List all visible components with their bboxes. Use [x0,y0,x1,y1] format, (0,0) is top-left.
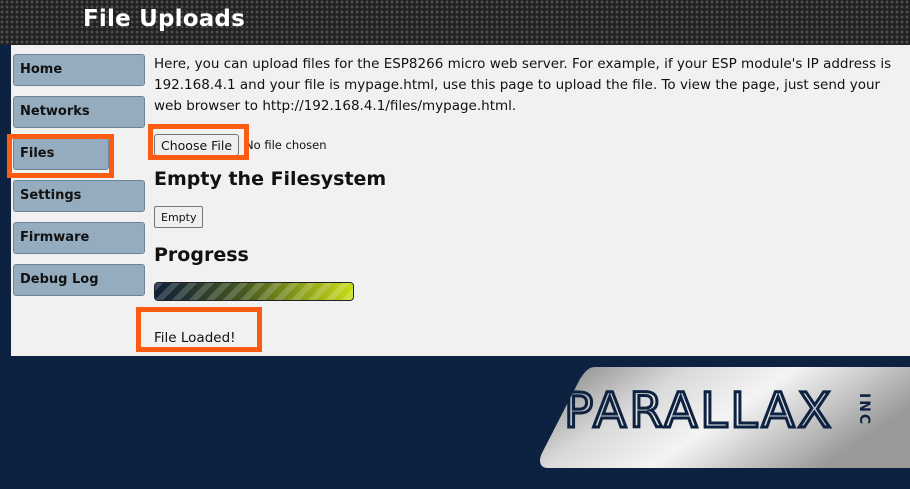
progress-heading: Progress [154,244,249,266]
content-area: Here, you can upload files for the ESP82… [154,54,894,346]
file-status-text: No file chosen [245,138,327,152]
page-header: File Uploads [0,0,910,45]
logo-suffix: INC [856,393,872,426]
empty-filesystem-heading: Empty the Filesystem [154,168,387,190]
main-panel: Home Networks Files Settings Firmware De… [11,45,910,356]
sidebar-item-debug-log[interactable]: Debug Log [13,264,145,296]
logo-text: PARALLAX [564,383,834,439]
progress-bar [154,282,354,301]
empty-button[interactable]: Empty [154,206,204,228]
sidebar-item-firmware[interactable]: Firmware [13,222,145,254]
sidebar-item-home[interactable]: Home [13,54,145,86]
intro-text: Here, you can upload files for the ESP82… [154,56,892,114]
choose-file-button[interactable]: Choose File [154,134,240,156]
sidebar-item-settings[interactable]: Settings [13,180,145,212]
status-message: File Loaded! [154,330,236,346]
parallax-logo-graphic: PARALLAX INC [540,367,910,468]
page-title: File Uploads [83,6,245,32]
sidebar-item-networks[interactable]: Networks [13,96,145,128]
parallax-logo: PARALLAX INC [540,367,910,468]
progress-fill [155,283,353,300]
sidebar-item-files[interactable]: Files [13,138,109,170]
file-upload-control: Choose File No file chosen [154,133,327,157]
